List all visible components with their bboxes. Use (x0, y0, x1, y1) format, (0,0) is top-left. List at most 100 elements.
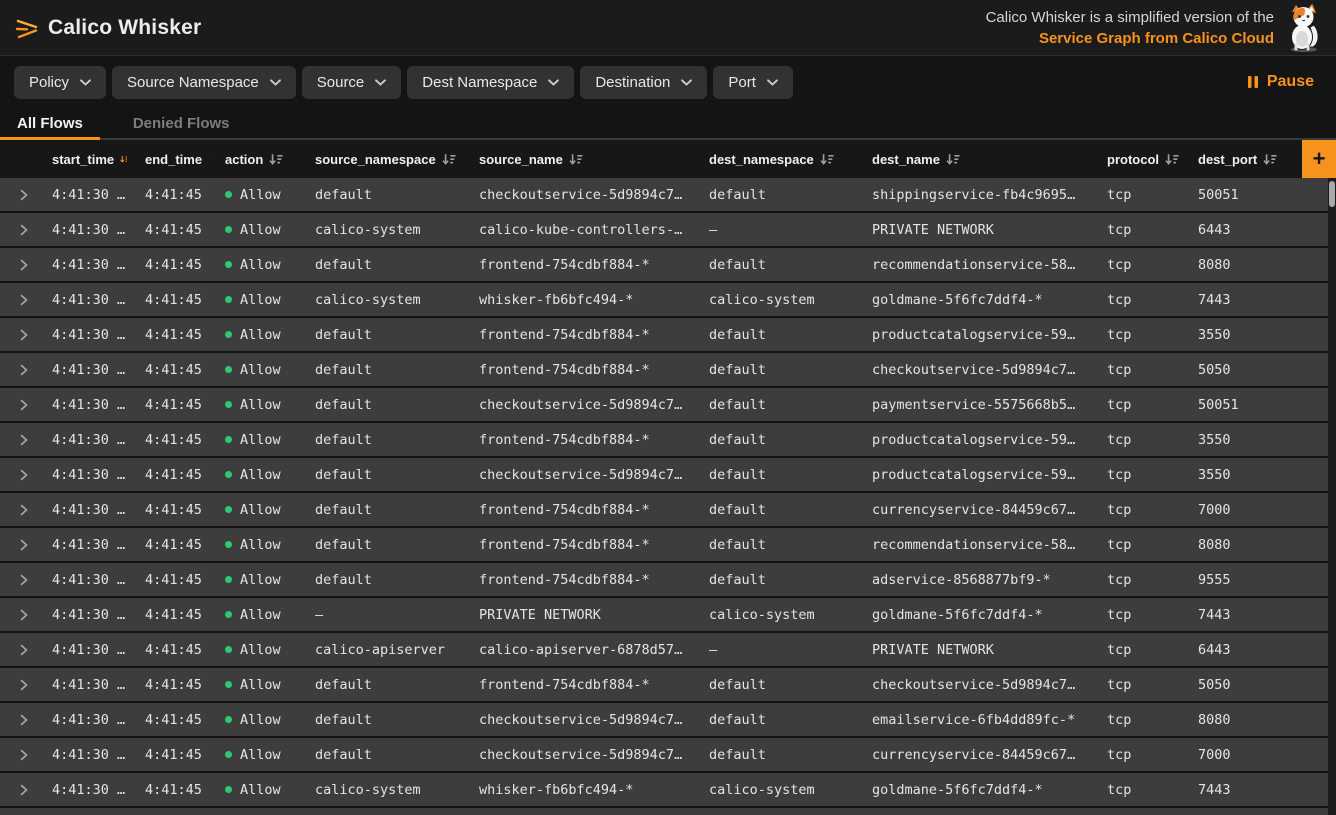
table-row[interactable]: 4:41:30 …4:41:45 …Allowcalico-systemwhis… (0, 773, 1328, 806)
add-column-button[interactable]: + (1302, 140, 1336, 178)
table-row[interactable]: 4:41:30 …4:41:45 …Allowdefaultcheckoutse… (0, 458, 1328, 491)
cell-action: Allow (209, 397, 299, 413)
chevron-right-icon[interactable] (20, 504, 28, 516)
column-header-start-time[interactable]: start_time (36, 152, 129, 167)
status-dot-icon (225, 366, 232, 373)
cell-start-time: 4:41:30 … (36, 222, 129, 238)
row-expander[interactable] (0, 679, 36, 691)
chevron-right-icon[interactable] (20, 609, 28, 621)
table-row-partial[interactable] (0, 808, 1328, 815)
filter-dest-namespace-button[interactable]: Dest Namespace (407, 66, 574, 99)
status-dot-icon (225, 716, 232, 723)
filter-destination-button[interactable]: Destination (580, 66, 707, 99)
chevron-right-icon[interactable] (20, 469, 28, 481)
tab-all-flows[interactable]: All Flows (0, 108, 100, 138)
table-row[interactable]: 4:41:30 …4:41:45 …Allowdefaultfrontend-7… (0, 318, 1328, 351)
row-expander[interactable] (0, 644, 36, 656)
pause-button[interactable]: Pause (1241, 72, 1320, 92)
cell-dest-port: 50051 (1182, 187, 1328, 203)
chevron-right-icon[interactable] (20, 224, 28, 236)
cell-action: Allow (209, 292, 299, 308)
table-row[interactable]: 4:41:30 …4:41:45 …Allowdefaultcheckoutse… (0, 178, 1328, 211)
table-row[interactable]: 4:41:30 …4:41:45 …Allow–PRIVATE NETWORKc… (0, 598, 1328, 631)
chevron-right-icon[interactable] (20, 574, 28, 586)
row-expander[interactable] (0, 714, 36, 726)
column-header-dest-namespace[interactable]: dest_namespace (693, 152, 856, 167)
sort-active-icon (120, 152, 129, 166)
cell-start-time: 4:41:30 … (36, 467, 129, 483)
chevron-right-icon[interactable] (20, 679, 28, 691)
cell-source-namespace: default (299, 432, 463, 448)
cell-action: Allow (209, 677, 299, 693)
chevron-right-icon[interactable] (20, 364, 28, 376)
chevron-right-icon[interactable] (20, 189, 28, 201)
row-expander[interactable] (0, 189, 36, 201)
table-row[interactable]: 4:41:30 …4:41:45 …Allowdefaultfrontend-7… (0, 563, 1328, 596)
row-expander[interactable] (0, 504, 36, 516)
table-header: start_timeend_timeactionsource_namespace… (0, 140, 1336, 178)
chevron-right-icon[interactable] (20, 259, 28, 271)
column-header-source-name[interactable]: source_name (463, 152, 693, 167)
row-expander[interactable] (0, 574, 36, 586)
cell-end-time: 4:41:45 … (129, 432, 209, 448)
row-expander[interactable] (0, 469, 36, 481)
cell-action: Allow (209, 432, 299, 448)
table-scrollbar[interactable] (1328, 178, 1336, 815)
cell-action: Allow (209, 362, 299, 378)
row-expander[interactable] (0, 434, 36, 446)
chevron-right-icon[interactable] (20, 539, 28, 551)
column-header-dest-port[interactable]: dest_port (1182, 152, 1302, 167)
filter-port-button[interactable]: Port (713, 66, 793, 99)
table-row[interactable]: 4:41:30 …4:41:45 …Allowdefaultcheckoutse… (0, 703, 1328, 736)
row-expander[interactable] (0, 224, 36, 236)
chevron-right-icon[interactable] (20, 644, 28, 656)
row-expander[interactable] (0, 784, 36, 796)
row-expander[interactable] (0, 399, 36, 411)
table-row[interactable]: 4:41:30 …4:41:45 …Allowdefaultfrontend-7… (0, 668, 1328, 701)
service-graph-link[interactable]: Service Graph from Calico Cloud (1039, 30, 1274, 47)
row-expander[interactable] (0, 539, 36, 551)
chevron-right-icon[interactable] (20, 714, 28, 726)
filter-source-namespace-button[interactable]: Source Namespace (112, 66, 296, 99)
cell-dest-namespace: default (693, 537, 856, 553)
chevron-right-icon[interactable] (20, 329, 28, 341)
cell-dest-namespace: calico-system (693, 292, 856, 308)
column-header-end-time[interactable]: end_time (129, 152, 209, 167)
table-row[interactable]: 4:41:30 …4:41:45 …Allowdefaultfrontend-7… (0, 353, 1328, 386)
filter-policy-button[interactable]: Policy (14, 66, 106, 99)
row-expander[interactable] (0, 259, 36, 271)
column-header-source-namespace[interactable]: source_namespace (299, 152, 463, 167)
column-header-protocol[interactable]: protocol (1091, 152, 1182, 167)
row-expander[interactable] (0, 294, 36, 306)
cell-action: Allow (209, 327, 299, 343)
table-row[interactable]: 4:41:30 …4:41:45 …Allowcalico-systemwhis… (0, 283, 1328, 316)
table-row[interactable]: 4:41:30 …4:41:45 …Allowcalico-systemcali… (0, 213, 1328, 246)
chevron-right-icon[interactable] (20, 399, 28, 411)
cell-start-time: 4:41:30 … (36, 397, 129, 413)
table-row[interactable]: 4:41:30 …4:41:45 …Allowdefaultcheckoutse… (0, 388, 1328, 421)
table-row[interactable]: 4:41:30 …4:41:45 …Allowdefaultfrontend-7… (0, 248, 1328, 281)
row-expander[interactable] (0, 329, 36, 341)
chevron-right-icon[interactable] (20, 749, 28, 761)
column-header-action[interactable]: action (209, 152, 299, 167)
filter-source-button[interactable]: Source (302, 66, 402, 99)
table-row[interactable]: 4:41:30 …4:41:45 …Allowdefaultfrontend-7… (0, 423, 1328, 456)
action-label: Allow (240, 187, 281, 203)
table-row[interactable]: 4:41:30 …4:41:45 …Allowcalico-apiserverc… (0, 633, 1328, 666)
chevron-right-icon[interactable] (20, 434, 28, 446)
table-row[interactable]: 4:41:30 …4:41:45 …Allowdefaultcheckoutse… (0, 738, 1328, 771)
chevron-right-icon[interactable] (20, 784, 28, 796)
tab-denied-flows[interactable]: Denied Flows (116, 108, 247, 138)
chevron-right-icon[interactable] (20, 294, 28, 306)
row-expander[interactable] (0, 364, 36, 376)
column-header-dest-name[interactable]: dest_name (856, 152, 1091, 167)
cell-start-time: 4:41:30 … (36, 257, 129, 273)
cell-start-time: 4:41:30 … (36, 747, 129, 763)
table-row[interactable]: 4:41:30 …4:41:45 …Allowdefaultfrontend-7… (0, 493, 1328, 526)
whisker-logo-icon (14, 15, 40, 41)
scrollbar-thumb[interactable] (1329, 181, 1335, 207)
table-row[interactable]: 4:41:30 …4:41:45 …Allowdefaultfrontend-7… (0, 528, 1328, 561)
cell-dest-name: recommendationservice-58… (856, 257, 1091, 273)
row-expander[interactable] (0, 749, 36, 761)
row-expander[interactable] (0, 609, 36, 621)
